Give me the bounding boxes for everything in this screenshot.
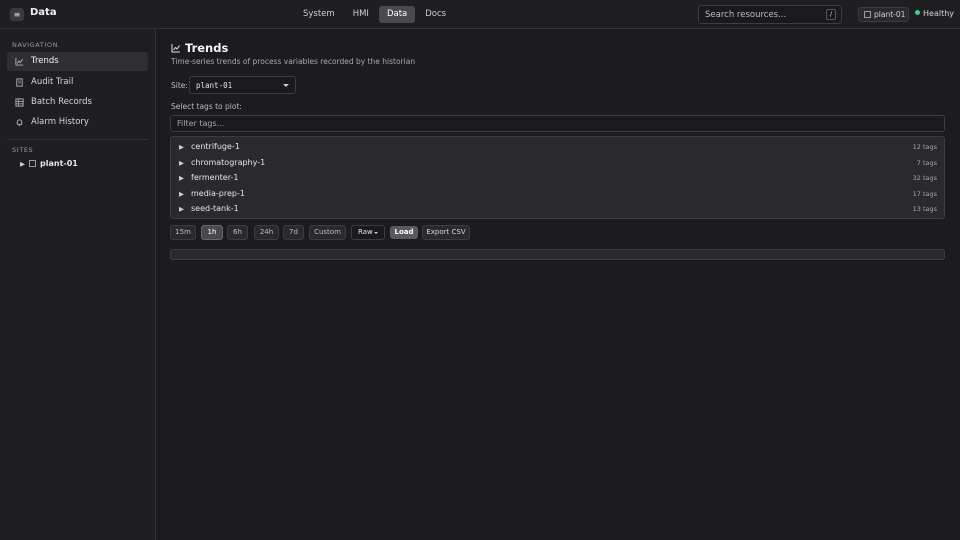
tab-docs[interactable]: Docs [417,6,454,23]
range-custom-button[interactable]: Custom [309,225,346,240]
tab-data[interactable]: Data [378,6,416,23]
sidebar-item-alarm-history[interactable]: Alarm History [7,113,148,132]
site-chip[interactable]: plant-01 [858,7,909,22]
building-icon [864,11,871,18]
select-tags-label: Select tags to plot: [171,102,242,111]
sidebar-item-label: Batch Records [31,97,92,107]
mode-select-value: Raw [358,228,373,236]
tag-group-name: centrifuge-1 [191,142,240,151]
caret-right-icon[interactable]: ▶ [179,174,184,182]
search-box: / [698,5,842,24]
caret-right-icon[interactable]: ▶ [179,205,184,213]
sidebar-item-batch-records[interactable]: Batch Records [7,93,148,112]
sidebar-divider [7,139,148,140]
caret-right-icon[interactable]: ▶ [179,190,184,198]
tag-group-row[interactable]: ▶ media-prep-1 17 tags [171,187,944,202]
sidebar-item-label: Trends [31,56,59,66]
navigation-section-label: NAVIGATION [12,41,59,49]
main-content: Trends Time-series trends of process var… [156,29,960,540]
site-label: Site: [171,81,188,90]
page-subtitle: Time-series trends of process variables … [171,57,416,66]
caret-right-icon[interactable]: ▶ [179,159,184,167]
range-15m-button[interactable]: 15m [170,225,196,240]
caret-right-icon[interactable]: ▶ [179,143,184,151]
filter-tags-input[interactable] [171,116,944,131]
document-icon [16,78,23,87]
sidebar-item-audit-trail[interactable]: Audit Trail [7,73,148,92]
tag-group-count: 17 tags [912,190,937,198]
tab-hmi[interactable]: HMI [345,6,377,23]
sidebar-item-trends[interactable]: Trends [7,52,148,71]
site-select-value: plant-01 [196,81,233,90]
sites-section-label: SITES [12,146,34,154]
load-button[interactable]: Load [390,226,418,239]
site-chip-label: plant-01 [874,10,906,19]
range-24h-button[interactable]: 24h [254,225,279,240]
aggregation-mode-select[interactable]: Raw [351,225,385,240]
site-select[interactable]: plant-01 [189,76,296,94]
chevron-down-icon [374,232,378,234]
building-icon [29,160,36,167]
trend-chart-area [170,249,945,260]
search-input[interactable] [699,6,819,23]
tag-group-row[interactable]: ▶ seed-tank-1 13 tags [171,202,944,217]
app-title: Data [30,7,57,18]
chart-line-icon [171,44,180,53]
tag-group-name: media-prep-1 [191,189,245,198]
page-title: Trends [185,41,229,55]
export-csv-button[interactable]: Export CSV [422,225,470,240]
chevron-down-icon [283,84,289,87]
top-nav: System HMI Data Docs [295,6,454,23]
sidebar-item-label: Alarm History [31,117,89,127]
tag-group-name: seed-tank-1 [191,204,239,213]
bell-icon [16,119,23,127]
top-bar: ≡ Data System HMI Data Docs / plant-01 H… [0,0,960,29]
tag-group-count: 12 tags [912,143,937,151]
site-tree-item-plant-01[interactable]: ▶ plant-01 [20,159,78,171]
caret-right-icon[interactable]: ▶ [20,160,27,168]
tag-group-row[interactable]: ▶ centrifuge-1 12 tags [171,140,944,155]
tag-group-count: 13 tags [912,205,937,213]
health-label: Healthy [923,9,955,18]
menu-button[interactable]: ≡ [10,8,24,21]
tag-group-count: 7 tags [916,159,937,167]
tag-group-row[interactable]: ▶ chromatography-1 7 tags [171,156,944,171]
grid-icon [15,98,24,107]
tag-group-name: chromatography-1 [191,158,266,167]
tab-system[interactable]: System [295,6,343,23]
tag-group-name: fermenter-1 [191,173,239,182]
site-tree-label: plant-01 [40,159,78,168]
tag-group-count: 32 tags [912,174,937,182]
sidebar-item-label: Audit Trail [31,77,74,87]
tag-group-list: ▶ centrifuge-1 12 tags ▶ chromatography-… [170,136,945,219]
tag-group-row[interactable]: ▶ fermenter-1 32 tags [171,171,944,186]
search-shortcut-hint: / [826,9,836,20]
status-dot-icon [915,10,920,15]
sidebar: NAVIGATION Trends Audit Trail Batch Reco… [0,29,156,540]
range-1h-button[interactable]: 1h [201,225,223,240]
health-status: Healthy [915,9,954,18]
range-6h-button[interactable]: 6h [227,225,248,240]
range-7d-button[interactable]: 7d [283,225,304,240]
filter-tags-box [170,115,945,132]
chart-line-icon [15,57,24,66]
